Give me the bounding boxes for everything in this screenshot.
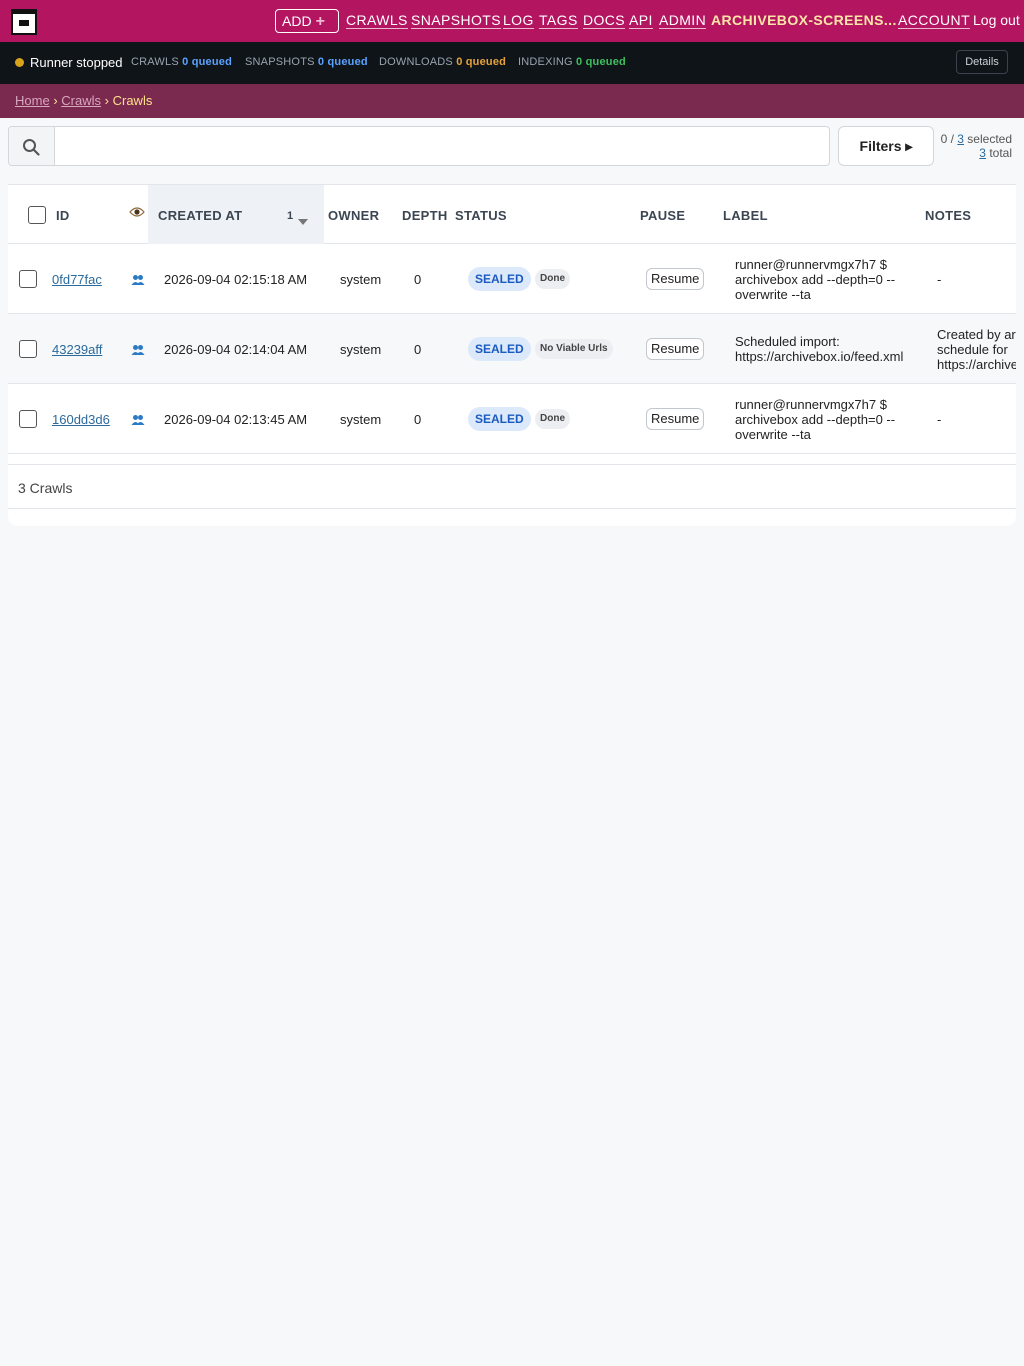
people-icon[interactable] [131,343,145,355]
header-pause: PAUSE [640,208,686,223]
downloads-queue-value: 0 queued [456,56,507,68]
nav-tags[interactable]: TAGS [539,12,578,29]
status-badge: SEALED [468,407,531,431]
result-count: 3 Crawls [18,480,73,496]
selection-count: 0 / 3 selected 3 total [936,132,1012,160]
runner-status-dot [15,58,24,67]
search-icon [9,127,55,165]
breadcrumb-crawls[interactable]: Crawls [61,93,101,108]
indexing-queue-label: INDEXING [518,56,573,68]
add-label: ADD [282,13,312,29]
header-label[interactable]: LABEL [723,208,768,223]
crawl-id-link[interactable]: 43239aff [52,342,102,357]
header-created-at[interactable]: CREATED AT [158,208,242,223]
row-checkbox[interactable] [19,340,37,358]
archivebox-logo[interactable] [11,9,37,35]
nav-account[interactable]: ACCOUNT [898,12,971,29]
nav-admin[interactable]: ADMIN [659,12,707,29]
plus-icon: + [315,13,325,30]
people-icon[interactable] [131,273,145,285]
status-badge: SEALED [468,267,531,291]
filters-button[interactable]: Filters ▸ [838,126,934,166]
row-checkbox[interactable] [19,410,37,428]
nav-docs[interactable]: DOCS [583,12,626,29]
substatus-badge: No Viable Urls [535,339,613,359]
nav-username[interactable]: ARCHIVEBOX-SCREENS... [711,12,897,28]
downloads-queue-label: DOWNLOADS [379,56,453,68]
selected-prefix: 0 / [940,132,958,146]
crawls-queue-value: 0 queued [182,56,233,68]
created-at: 2026-09-04 02:14:04 AM [164,342,308,357]
sort-desc-icon[interactable] [298,213,308,228]
snapshots-queue-value: 0 queued [317,56,368,68]
add-button[interactable]: ADD + [275,9,339,33]
breadcrumb-current: Crawls [112,93,153,108]
footer-divider [8,464,1016,465]
depth: 0 [414,272,422,287]
select-all-checkbox[interactable] [28,206,46,224]
logout-link[interactable]: Log out [973,12,1020,28]
table-header: ID CREATED AT 1 OWNER DEPTH STATUS PAUSE… [8,184,1016,244]
crawls-queue-label: CRAWLS [131,56,179,68]
snapshots-queue-label: SNAPSHOTS [245,56,315,68]
crawl-label: runner@runnervmgx7h7 $ archivebox add --… [735,257,896,302]
crawl-label: Scheduled import: https://archivebox.io/… [735,334,904,364]
header-status[interactable]: STATUS [455,208,507,223]
substatus-badge: Done [535,269,570,289]
status-badge: SEALED [468,337,531,361]
owner: system [340,272,382,287]
search-input[interactable] [8,126,830,166]
sort-priority: 1 [287,210,294,222]
resume-button[interactable]: Resume [646,408,705,430]
runner-status: Runner stopped [30,55,123,70]
total-suffix: total [985,146,1012,160]
footer-divider [8,508,1016,509]
nav-api[interactable]: API [629,12,653,29]
people-icon[interactable] [131,413,145,425]
crawl-notes: - [937,412,942,427]
nav-snapshots[interactable]: SNAPSHOTS [411,12,501,29]
downloads-queue: DOWNLOADS 0 queued [379,56,506,68]
breadcrumb-bar [0,84,1024,118]
crawls-table: ID CREATED AT 1 OWNER DEPTH STATUS PAUSE… [8,184,1016,526]
depth: 0 [414,412,422,427]
resume-button[interactable]: Resume [646,268,705,290]
table-row: 160dd3d6 2026-09-04 02:13:45 AM system 0… [8,384,1016,454]
crawl-label: runner@runnervmgx7h7 $ archivebox add --… [735,397,896,442]
owner: system [340,342,382,357]
selected-total-link[interactable]: 3 [957,132,964,146]
selected-suffix: selected [963,132,1012,146]
header-owner[interactable]: OWNER [328,208,379,223]
crawl-id-link[interactable]: 160dd3d6 [52,412,110,427]
crawl-notes: - [937,272,942,287]
nav-log[interactable]: LOG [503,12,534,29]
breadcrumb-home[interactable]: Home [15,93,50,108]
resume-button[interactable]: Resume [646,338,705,360]
details-button[interactable]: Details [956,50,1008,74]
breadcrumb: Home › Crawls › Crawls [15,94,152,108]
table-row: 0fd77fac 2026-09-04 02:15:18 AM system 0… [8,244,1016,314]
table-row: 43239aff 2026-09-04 02:14:04 AM system 0… [8,314,1016,384]
breadcrumb-separator: › [104,93,109,108]
indexing-queue: INDEXING 0 queued [518,56,626,68]
header-id[interactable]: ID [56,208,70,223]
indexing-queue-value: 0 queued [576,56,626,68]
crawl-notes: Created by ar schedule for https://archi… [937,327,1016,372]
row-checkbox[interactable] [19,270,37,288]
substatus-badge: Done [535,409,570,429]
depth: 0 [414,342,422,357]
total-count-link[interactable]: 3 [979,146,986,160]
nav-crawls[interactable]: CRAWLS [346,12,408,29]
crawls-queue: CRAWLS 0 queued [131,56,232,68]
breadcrumb-separator: › [53,93,58,108]
eye-icon [129,206,145,221]
crawl-id-link[interactable]: 0fd77fac [52,272,102,287]
header-notes[interactable]: NOTES [925,208,971,223]
owner: system [340,412,382,427]
created-at: 2026-09-04 02:13:45 AM [164,412,308,427]
header-depth[interactable]: DEPTH [402,208,448,223]
snapshots-queue: SNAPSHOTS 0 queued [245,56,368,68]
created-at: 2026-09-04 02:15:18 AM [164,272,308,287]
